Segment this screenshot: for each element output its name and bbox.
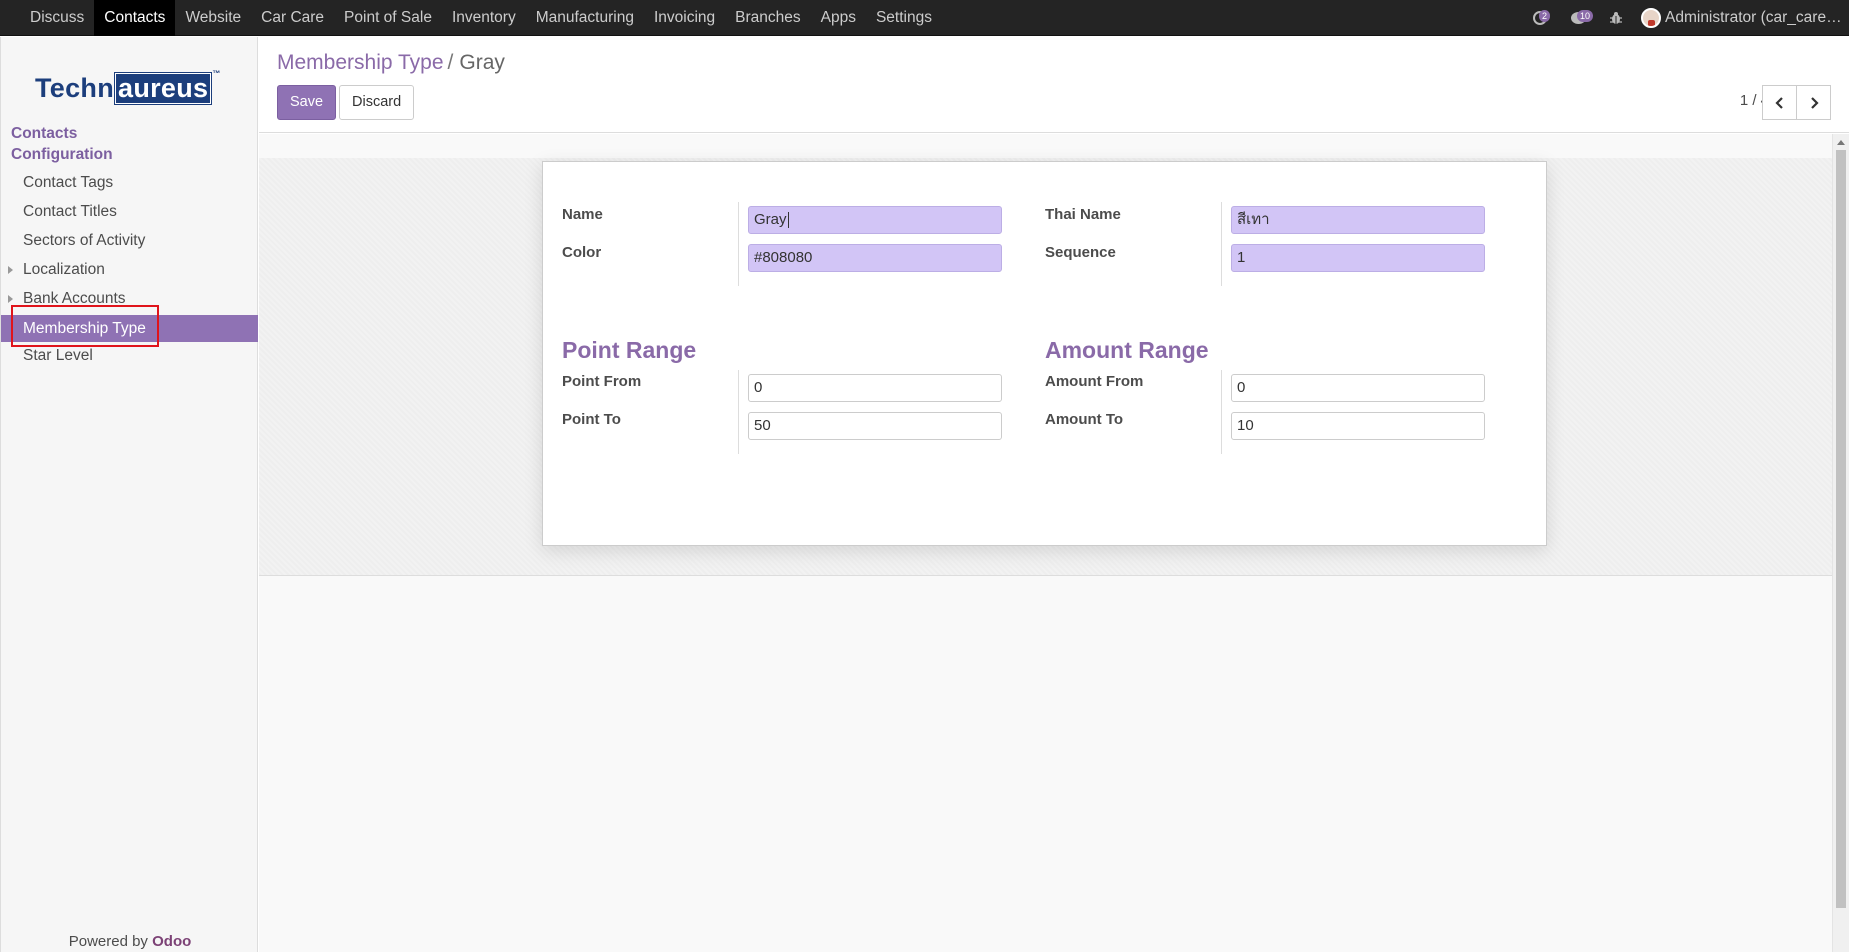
- name-value: Gray: [754, 211, 787, 228]
- debug-button[interactable]: [1601, 0, 1631, 36]
- menu-website[interactable]: Website: [175, 0, 251, 36]
- activity-button[interactable]: 2: [1525, 0, 1555, 36]
- sidebar: Techn aureus ™ Contacts Configuration Cont…: [0, 37, 258, 952]
- top-navbar: Discuss Contacts Website Car Care Point …: [0, 0, 1849, 36]
- save-button[interactable]: Save: [277, 85, 337, 120]
- messages-button[interactable]: 10: [1563, 0, 1594, 36]
- caret-right-icon: [8, 266, 13, 274]
- messages-badge: 10: [1577, 10, 1594, 22]
- form-view: Name Color Gray #808080 Thai Name Sequen…: [259, 134, 1832, 952]
- logo-text-1: Techn: [35, 72, 115, 103]
- app-menu: Discuss Contacts Website Car Care Point …: [20, 0, 942, 36]
- sidebar-item-contact-tags[interactable]: Contact Tags: [1, 169, 258, 196]
- breadcrumb-parent[interactable]: Membership Type: [277, 51, 444, 74]
- section-contacts[interactable]: Contacts: [11, 125, 77, 143]
- powered-by-text: Powered by: [68, 933, 148, 950]
- point-from-label: Point From: [562, 373, 642, 390]
- annotation-highlight-box: [11, 305, 159, 347]
- caret-right-icon: [8, 295, 13, 303]
- section-configuration[interactable]: Configuration: [11, 146, 113, 164]
- sequence-field[interactable]: 1: [1231, 244, 1485, 272]
- scrollbar[interactable]: [1832, 134, 1849, 952]
- amount-range-title: Amount Range: [1045, 337, 1209, 363]
- menu-branches[interactable]: Branches: [725, 0, 810, 36]
- menu-invoicing[interactable]: Invoicing: [644, 0, 725, 36]
- pager-previous-button[interactable]: [1762, 85, 1797, 120]
- breadcrumb-separator: /: [447, 51, 454, 74]
- point-to-field[interactable]: 50: [748, 412, 1002, 440]
- divider: [738, 370, 739, 454]
- amount-to-label: Amount To: [1045, 411, 1124, 428]
- color-label: Color: [562, 244, 602, 261]
- amount-to-field[interactable]: 10: [1231, 412, 1485, 440]
- logo-text-2: aureus: [114, 71, 213, 105]
- chevron-right-icon: [1810, 96, 1819, 109]
- breadcrumb: Membership Type / Gray: [277, 51, 505, 75]
- scroll-up-arrow-icon[interactable]: [1837, 140, 1845, 145]
- point-range-title: Point Range: [562, 337, 697, 363]
- breadcrumb-current: Gray: [459, 51, 505, 74]
- divider: [1221, 370, 1222, 454]
- bug-icon: [1610, 12, 1622, 24]
- amount-from-label: Amount From: [1045, 373, 1144, 390]
- thai-name-field[interactable]: สีเทา: [1231, 206, 1485, 234]
- discard-button[interactable]: Discard: [339, 85, 415, 120]
- point-to-label: Point To: [562, 411, 621, 428]
- menu-discuss[interactable]: Discuss: [20, 0, 94, 36]
- amount-from-field[interactable]: 0: [1231, 374, 1485, 402]
- systray: 2 10 Administrator (car_care…: [1525, 0, 1849, 36]
- color-field[interactable]: #808080: [748, 244, 1002, 272]
- sequence-label: Sequence: [1045, 244, 1116, 261]
- sidebar-item-label: Localization: [23, 261, 105, 278]
- user-menu[interactable]: Administrator (car_care…: [1641, 0, 1849, 36]
- divider: [1221, 202, 1222, 286]
- menu-manufacturing[interactable]: Manufacturing: [526, 0, 644, 36]
- name-label: Name: [562, 206, 603, 223]
- sidebar-item-localization[interactable]: Localization: [1, 256, 258, 283]
- menu-car-care[interactable]: Car Care: [251, 0, 334, 36]
- form-sheet: Name Color Gray #808080 Thai Name Sequen…: [542, 161, 1547, 546]
- activity-badge: 2: [1539, 10, 1551, 22]
- scroll-thumb[interactable]: [1836, 150, 1846, 908]
- menu-contacts[interactable]: Contacts: [94, 0, 176, 36]
- divider: [738, 202, 739, 286]
- menu-point-of-sale[interactable]: Point of Sale: [334, 0, 442, 36]
- powered-by: Powered by Odoo: [1, 933, 259, 950]
- pager-next-button[interactable]: [1796, 85, 1831, 120]
- name-field[interactable]: Gray: [748, 206, 1002, 234]
- company-logo[interactable]: Techn aureus ™: [35, 69, 221, 105]
- thai-name-label: Thai Name: [1045, 206, 1121, 223]
- logo-tm: ™: [212, 69, 221, 78]
- menu-settings[interactable]: Settings: [866, 0, 942, 36]
- chevron-left-icon: [1774, 96, 1783, 109]
- odoo-link[interactable]: Odoo: [152, 933, 191, 950]
- menu-apps[interactable]: Apps: [811, 0, 866, 36]
- text-cursor: [787, 212, 789, 229]
- menu-inventory[interactable]: Inventory: [442, 0, 526, 36]
- sidebar-item-contact-titles[interactable]: Contact Titles: [1, 198, 258, 225]
- user-name: Administrator (car_care…: [1665, 9, 1842, 26]
- sidebar-item-sectors[interactable]: Sectors of Activity: [1, 227, 258, 254]
- point-from-field[interactable]: 0: [748, 374, 1002, 402]
- control-panel: Membership Type / Gray Save Discard 1 / 4: [259, 37, 1849, 133]
- avatar: [1641, 8, 1661, 28]
